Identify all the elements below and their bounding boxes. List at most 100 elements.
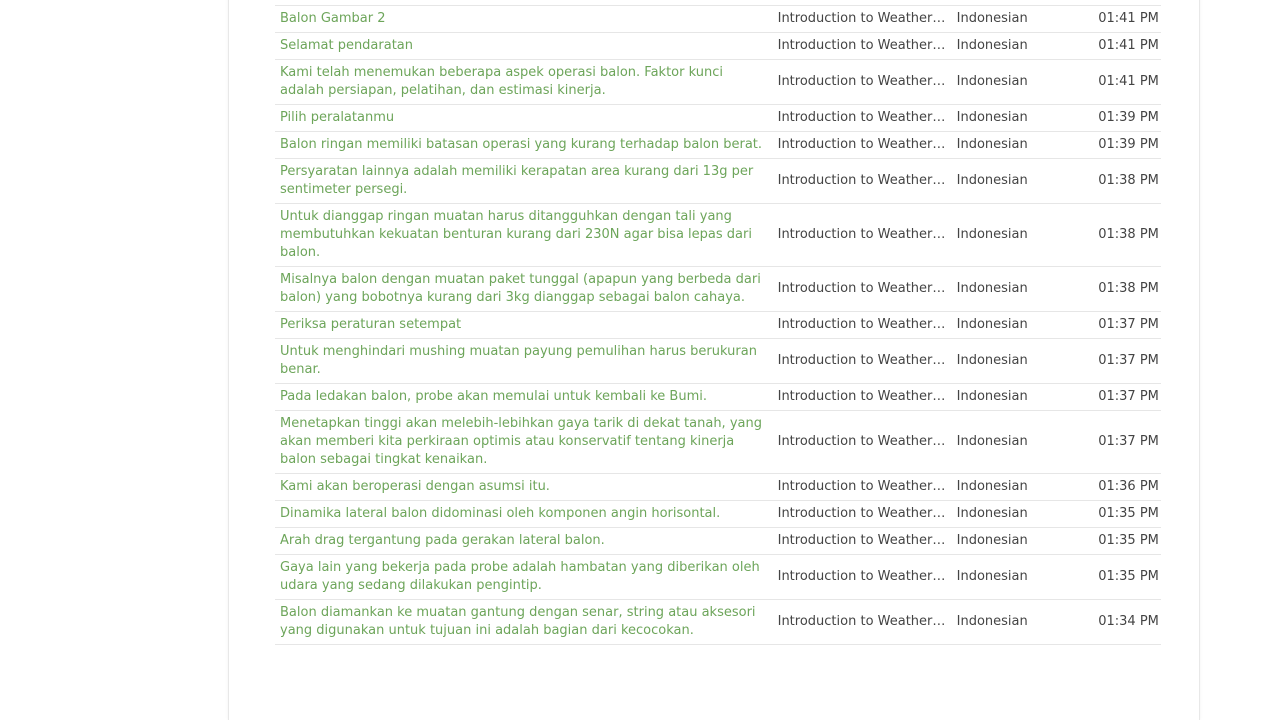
course-cell: Introduction to Weather ... xyxy=(772,599,952,645)
time-cell: 01:37 PM xyxy=(1093,311,1161,339)
language-cell: Indonesian xyxy=(951,500,1094,528)
time-cell: 01:39 PM xyxy=(1093,131,1161,159)
time-cell: 01:35 PM xyxy=(1093,500,1161,528)
course-cell: Introduction to Weather ... xyxy=(772,311,952,339)
table-row[interactable]: Pada ledakan balon, probe akan memulai u… xyxy=(275,383,1161,411)
table-row[interactable]: Pilih peralatanmu Introduction to Weather… xyxy=(275,104,1161,132)
table-row[interactable]: Gaya lain yang bekerja pada probe adalah… xyxy=(275,554,1161,600)
segment-link[interactable]: Menetapkan tinggi akan melebih-lebihkan … xyxy=(280,416,762,467)
segment-cell: Periksa peraturan setempat xyxy=(275,311,773,339)
language-cell: Indonesian xyxy=(951,59,1094,105)
table-row[interactable]: Balon ringan memiliki batasan operasi ya… xyxy=(275,131,1161,159)
language-cell: Indonesian xyxy=(951,599,1094,645)
table-row[interactable]: Persyaratan lainnya adalah memiliki kera… xyxy=(275,158,1161,204)
time-cell: 01:41 PM xyxy=(1093,5,1161,33)
segment-link[interactable]: Gaya lain yang bekerja pada probe adalah… xyxy=(280,560,760,593)
language-cell: Indonesian xyxy=(951,527,1094,555)
segment-cell: Selamat pendaratan xyxy=(275,32,773,60)
course-cell: Introduction to Weather ... xyxy=(772,554,952,600)
segment-cell: Dinamika lateral balon didominasi oleh k… xyxy=(275,500,773,528)
table-row[interactable]: Kami akan beroperasi dengan asumsi itu. I… xyxy=(275,473,1161,501)
segment-cell: Persyaratan lainnya adalah memiliki kera… xyxy=(275,158,773,204)
course-cell: Introduction to Weather ... xyxy=(772,203,952,267)
course-cell: Introduction to Weather ... xyxy=(772,32,952,60)
segment-cell: Pilih peralatanmu xyxy=(275,104,773,132)
segment-link[interactable]: Selamat pendaratan xyxy=(280,38,413,53)
course-cell: Introduction to Weather ... xyxy=(772,5,952,33)
course-cell: Introduction to Weather ... xyxy=(772,410,952,474)
segment-link[interactable]: Kami akan beroperasi dengan asumsi itu. xyxy=(280,479,550,494)
translation-list: Standar 1976 di AS <a href="#ref"> [4] <… xyxy=(275,0,1161,645)
language-cell: Indonesian xyxy=(951,338,1094,384)
course-cell: Introduction to Weather ... xyxy=(772,338,952,384)
course-cell: Introduction to Weather ... xyxy=(772,131,952,159)
table-row[interactable]: Misalnya balon dengan muatan paket tungg… xyxy=(275,266,1161,312)
segment-cell: Misalnya balon dengan muatan paket tungg… xyxy=(275,266,773,312)
time-cell: 01:35 PM xyxy=(1093,527,1161,555)
segment-cell: Gaya lain yang bekerja pada probe adalah… xyxy=(275,554,773,600)
language-cell: Indonesian xyxy=(951,131,1094,159)
time-cell: 01:39 PM xyxy=(1093,104,1161,132)
table-row[interactable]: Periksa peraturan setempat Introduction t… xyxy=(275,311,1161,339)
table-row[interactable]: Balon Gambar 2 Introduction to Weather ..… xyxy=(275,5,1161,33)
segment-cell: Untuk dianggap ringan muatan harus ditan… xyxy=(275,203,773,267)
course-cell: Introduction to Weather ... xyxy=(772,500,952,528)
segment-link[interactable]: Misalnya balon dengan muatan paket tungg… xyxy=(280,272,761,305)
table-row[interactable]: Dinamika lateral balon didominasi oleh k… xyxy=(275,500,1161,528)
segment-link[interactable]: Dinamika lateral balon didominasi oleh k… xyxy=(280,506,720,521)
language-cell: Indonesian xyxy=(951,473,1094,501)
segment-cell: Balon ringan memiliki batasan operasi ya… xyxy=(275,131,773,159)
time-cell: 01:37 PM xyxy=(1093,410,1161,474)
segment-link[interactable]: Balon ringan memiliki batasan operasi ya… xyxy=(280,137,762,152)
translation-list-body: Standar 1976 di AS <a href="#ref"> [4] <… xyxy=(275,0,1161,645)
table-row[interactable]: Kami telah menemukan beberapa aspek oper… xyxy=(275,59,1161,105)
segment-link[interactable]: Balon Gambar 2 xyxy=(280,11,386,26)
time-cell: 01:38 PM xyxy=(1093,266,1161,312)
time-cell: 01:35 PM xyxy=(1093,554,1161,600)
course-cell: Introduction to Weather ... xyxy=(772,59,952,105)
segment-cell: Menetapkan tinggi akan melebih-lebihkan … xyxy=(275,410,773,474)
language-cell: Indonesian xyxy=(951,158,1094,204)
time-cell: 01:36 PM xyxy=(1093,473,1161,501)
segment-link[interactable]: Balon diamankan ke muatan gantung dengan… xyxy=(280,605,756,638)
segment-cell: Balon diamankan ke muatan gantung dengan… xyxy=(275,599,773,645)
course-cell: Introduction to Weather ... xyxy=(772,158,952,204)
course-cell: Introduction to Weather ... xyxy=(772,104,952,132)
segment-link[interactable]: Untuk dianggap ringan muatan harus ditan… xyxy=(280,209,752,260)
course-cell: Introduction to Weather ... xyxy=(772,473,952,501)
time-cell: 01:38 PM xyxy=(1093,203,1161,267)
table-row[interactable]: Selamat pendaratan Introduction to Weathe… xyxy=(275,32,1161,60)
time-cell: 01:37 PM xyxy=(1093,338,1161,384)
segment-cell: Balon Gambar 2 xyxy=(275,5,773,33)
segment-cell: Kami telah menemukan beberapa aspek oper… xyxy=(275,59,773,105)
course-cell: Introduction to Weather ... xyxy=(772,527,952,555)
segment-link[interactable]: Persyaratan lainnya adalah memiliki kera… xyxy=(280,164,753,197)
language-cell: Indonesian xyxy=(951,32,1094,60)
table-row[interactable]: Untuk dianggap ringan muatan harus ditan… xyxy=(275,203,1161,267)
segment-link[interactable]: Kami telah menemukan beberapa aspek oper… xyxy=(280,65,723,98)
segment-cell: Arah drag tergantung pada gerakan latera… xyxy=(275,527,773,555)
table-row[interactable]: Menetapkan tinggi akan melebih-lebihkan … xyxy=(275,410,1161,474)
time-cell: 01:38 PM xyxy=(1093,158,1161,204)
segment-cell: Pada ledakan balon, probe akan memulai u… xyxy=(275,383,773,411)
course-cell: Introduction to Weather ... xyxy=(772,266,952,312)
segment-cell: Untuk menghindari mushing muatan payung … xyxy=(275,338,773,384)
table-row[interactable]: Arah drag tergantung pada gerakan latera… xyxy=(275,527,1161,555)
language-cell: Indonesian xyxy=(951,410,1094,474)
table-row[interactable]: Untuk menghindari mushing muatan payung … xyxy=(275,338,1161,384)
segment-link[interactable]: Pilih peralatanmu xyxy=(280,110,394,125)
segment-link[interactable]: Untuk menghindari mushing muatan payung … xyxy=(280,344,757,377)
segment-link[interactable]: Pada ledakan balon, probe akan memulai u… xyxy=(280,389,707,404)
time-cell: 01:41 PM xyxy=(1093,32,1161,60)
time-cell: 01:41 PM xyxy=(1093,59,1161,105)
segment-cell: Kami akan beroperasi dengan asumsi itu. xyxy=(275,473,773,501)
table-row[interactable]: Balon diamankan ke muatan gantung dengan… xyxy=(275,599,1161,645)
time-cell: 01:37 PM xyxy=(1093,383,1161,411)
language-cell: Indonesian xyxy=(951,203,1094,267)
segment-link[interactable]: Arah drag tergantung pada gerakan latera… xyxy=(280,533,605,548)
language-cell: Indonesian xyxy=(951,311,1094,339)
language-cell: Indonesian xyxy=(951,383,1094,411)
course-cell: Introduction to Weather ... xyxy=(772,383,952,411)
segment-link[interactable]: Periksa peraturan setempat xyxy=(280,317,461,332)
time-cell: 01:34 PM xyxy=(1093,599,1161,645)
